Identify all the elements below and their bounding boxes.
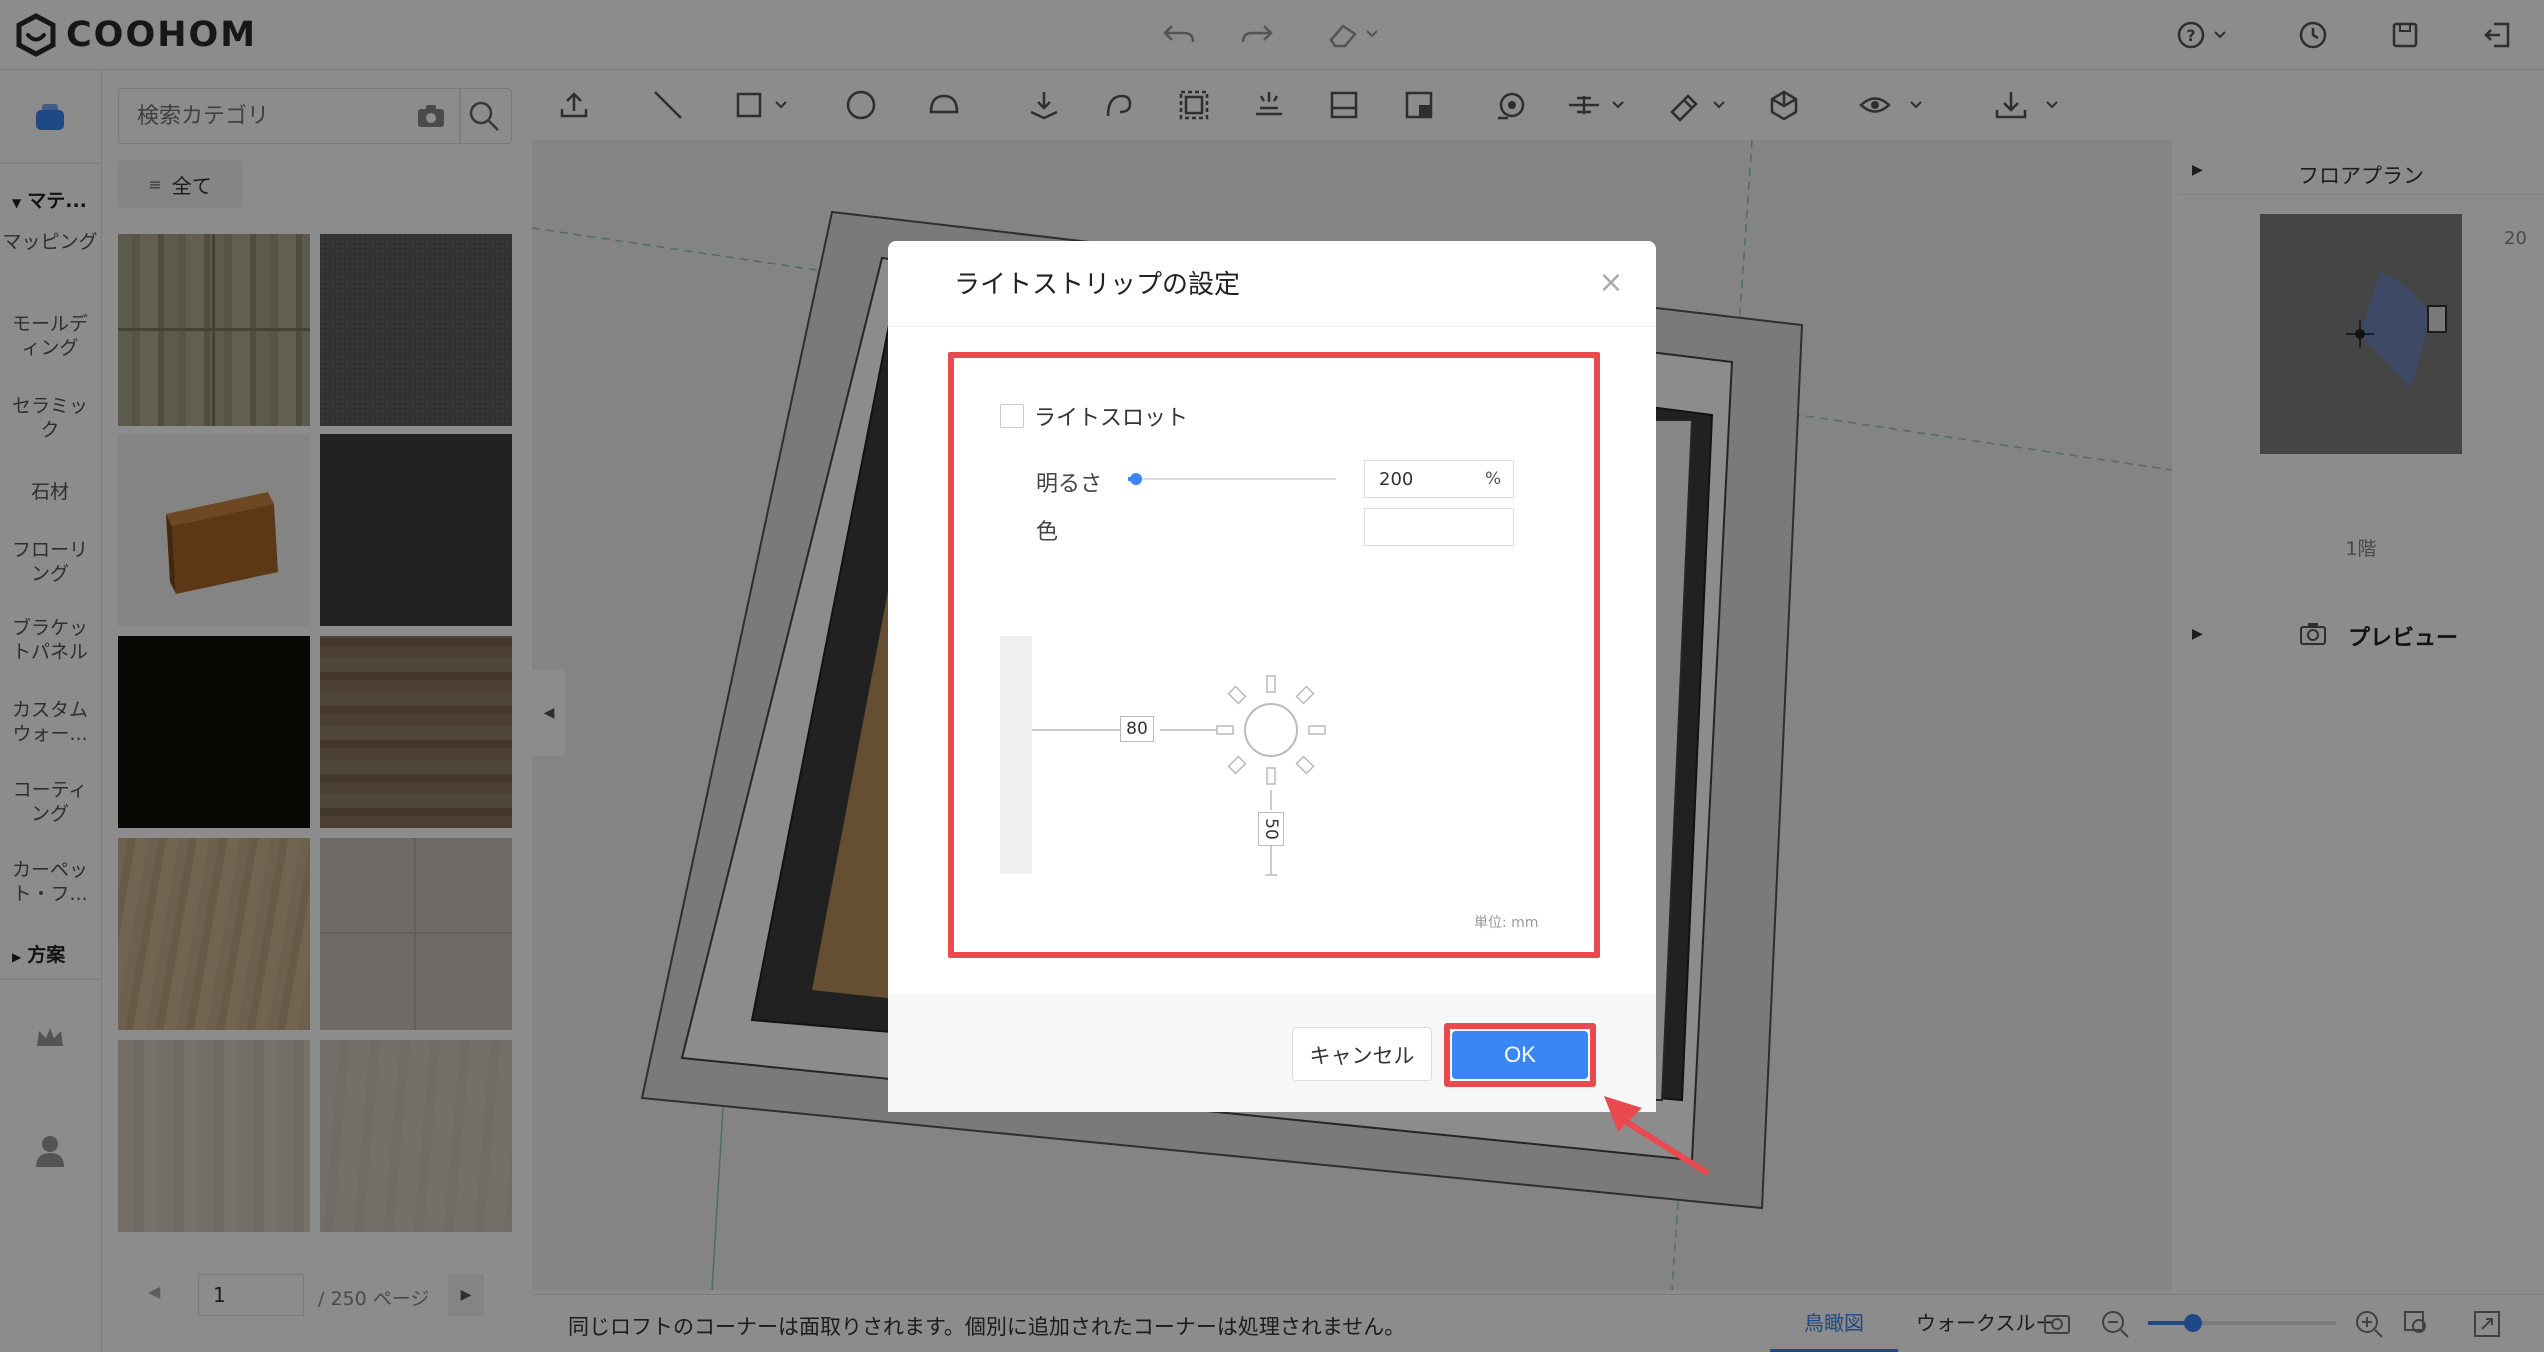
color-label: 色 xyxy=(1036,520,1059,545)
brightness-unit: % xyxy=(1485,469,1502,489)
wall-profile xyxy=(1000,636,1032,874)
brightness-value: 200 xyxy=(1379,469,1414,490)
dialog-header-divider xyxy=(888,326,1656,327)
vertical-offset-input[interactable]: 50 xyxy=(1258,812,1284,846)
horizontal-offset-input[interactable]: 80 xyxy=(1120,716,1154,742)
brightness-slider-thumb[interactable] xyxy=(1130,473,1142,485)
close-icon: × xyxy=(1598,265,1624,300)
light-slot-label: ライトスロット xyxy=(1034,406,1189,431)
red-arrow-annotation-icon xyxy=(1604,1096,1709,1175)
unit-note: 単位: mm xyxy=(1474,915,1539,931)
color-picker-field[interactable] xyxy=(1364,508,1514,546)
brightness-label: 明るさ xyxy=(1036,472,1103,497)
brightness-slider[interactable] xyxy=(1128,473,1336,485)
vertical-offset-value: 50 xyxy=(1260,818,1281,840)
light-position-diagram xyxy=(1032,675,1326,876)
light-slot-checkbox[interactable] xyxy=(1000,404,1024,428)
brightness-field[interactable]: 200 % xyxy=(1364,460,1514,498)
ok-button[interactable]: OK xyxy=(1452,1031,1588,1079)
cancel-button[interactable]: キャンセル xyxy=(1292,1027,1432,1081)
dialog-close-button[interactable]: × xyxy=(1596,268,1626,298)
dialog-title: ライトストリップの設定 xyxy=(954,270,1241,300)
